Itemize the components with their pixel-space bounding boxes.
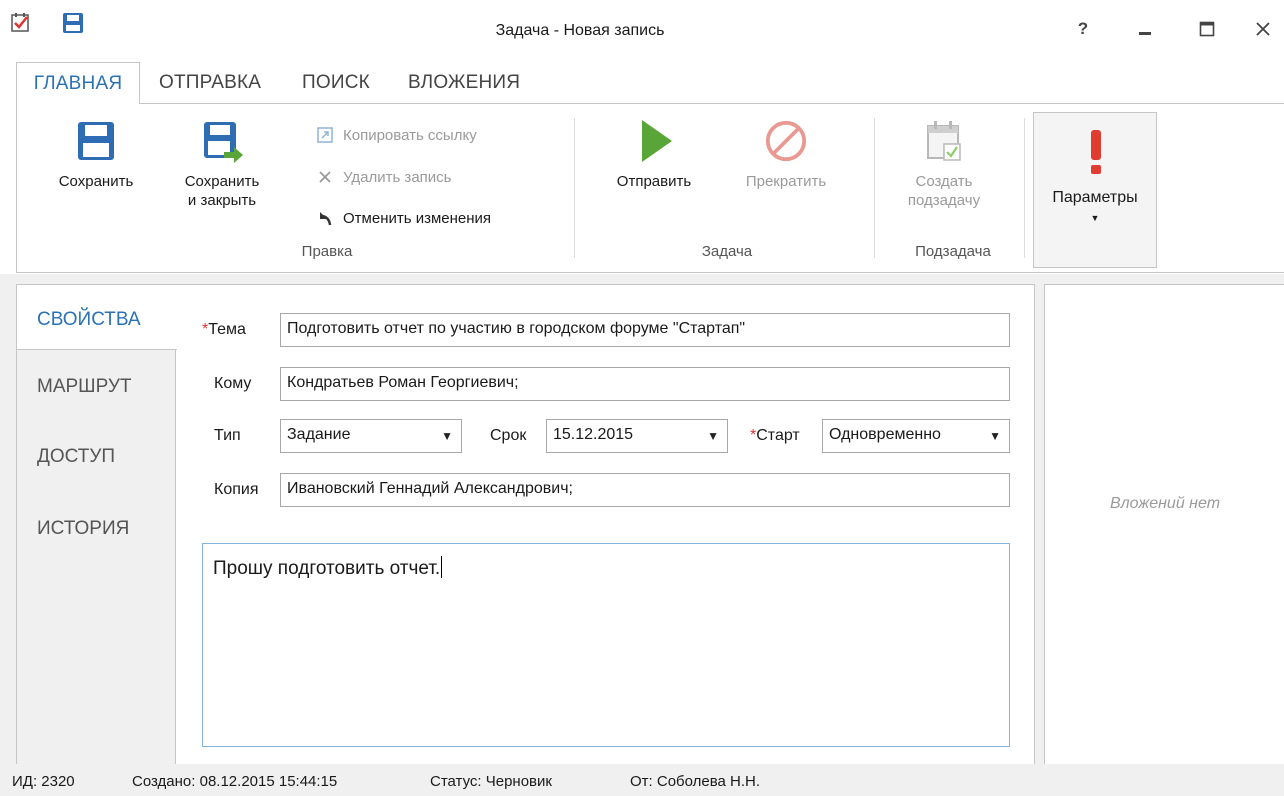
- chevron-down-icon: ▼: [989, 429, 1001, 443]
- undo-changes-label: Отменить изменения: [343, 209, 492, 227]
- subject-label: *Тема: [202, 321, 246, 338]
- link-icon: [315, 125, 335, 145]
- type-label: Тип: [214, 427, 241, 444]
- attachments-panel: Вложений нет: [1044, 284, 1284, 764]
- maximize-button[interactable]: [1192, 14, 1222, 44]
- start-value: Одновременно: [829, 426, 941, 443]
- copy-label: Копия: [214, 481, 259, 498]
- minimize-icon: [1139, 32, 1151, 35]
- status-text: Статус: Черновик: [430, 773, 552, 790]
- ribbon: Сохранить Сохранить и закрыть Копировать…: [16, 103, 1284, 273]
- chevron-down-icon: ▼: [441, 429, 453, 443]
- save-icon: [78, 122, 114, 160]
- undo-changes-button[interactable]: Отменить изменения: [315, 207, 491, 229]
- text-caret: [441, 556, 443, 578]
- stop-icon: [765, 120, 807, 162]
- tab-search[interactable]: ПОИСК: [302, 62, 370, 104]
- no-attachments-text: Вложений нет: [1109, 495, 1221, 512]
- stop-label: Прекратить: [745, 173, 827, 190]
- parameters-button[interactable]: Параметры ▼: [1033, 112, 1157, 268]
- maximize-icon: [1199, 21, 1215, 37]
- due-date-picker[interactable]: 15.12.2015 ▼: [546, 419, 728, 453]
- copy-link-label: Копировать ссылку: [343, 126, 477, 144]
- tab-properties[interactable]: СВОЙСТВА: [17, 284, 177, 350]
- save-close-button[interactable]: Сохранить и закрыть: [167, 104, 277, 210]
- tab-access[interactable]: ДОСТУП: [17, 446, 176, 468]
- help-button[interactable]: ?: [1068, 14, 1098, 44]
- content-area: СВОЙСТВА МАРШРУТ ДОСТУП ИСТОРИЯ *Тема По…: [0, 274, 1284, 764]
- tab-attachments[interactable]: ВЛОЖЕНИЯ: [408, 62, 520, 104]
- side-tabs: СВОЙСТВА МАРШРУТ ДОСТУП ИСТОРИЯ: [16, 284, 177, 764]
- title-bar: Задача - Новая запись ?: [0, 0, 1284, 60]
- ribbon-separator: [1024, 118, 1025, 258]
- save-close-label-1: Сохранить: [184, 173, 260, 190]
- start-label: *Старт: [750, 427, 800, 444]
- exclamation-icon: [1091, 130, 1101, 174]
- create-subtask-button[interactable]: Создать подзадачу: [889, 104, 999, 210]
- subject-input[interactable]: Подготовить отчет по участию в городском…: [280, 313, 1010, 347]
- due-value: 15.12.2015: [553, 426, 634, 443]
- group-label-edit: Правка: [301, 243, 353, 260]
- copy-link-button[interactable]: Копировать ссылку: [315, 124, 477, 146]
- copy-input[interactable]: Ивановский Геннадий Александрович;: [280, 473, 1010, 507]
- calendar-icon: [927, 121, 961, 161]
- to-input[interactable]: Кондратьев Роман Георгиевич;: [280, 367, 1010, 401]
- delete-record-label: Удалить запись: [343, 168, 452, 186]
- close-button[interactable]: [1248, 14, 1278, 44]
- parameters-label: Параметры: [1052, 189, 1138, 206]
- create-subtask-label-2: подзадачу: [907, 192, 981, 209]
- play-icon: [642, 120, 672, 162]
- save-close-label-2: и закрыть: [187, 192, 257, 209]
- group-label-subtask: Подзадача: [915, 243, 991, 260]
- save-button[interactable]: Сохранить: [41, 104, 151, 191]
- send-button[interactable]: Отправить: [599, 104, 709, 191]
- author-text: От: Соболева Н.Н.: [630, 773, 761, 790]
- save-label: Сохранить: [58, 173, 134, 190]
- chevron-down-icon: ▼: [707, 429, 719, 443]
- group-label-task: Задача: [701, 243, 753, 260]
- tab-send[interactable]: ОТПРАВКА: [159, 62, 261, 104]
- save-close-icon: [204, 122, 243, 163]
- tab-route[interactable]: МАРШРУТ: [17, 376, 176, 398]
- minimize-button[interactable]: [1130, 14, 1160, 44]
- created-timestamp: Создано: 08.12.2015 15:44:15: [132, 773, 338, 790]
- properties-form: *Тема Подготовить отчет по участию в гор…: [175, 284, 1035, 764]
- ribbon-separator: [574, 118, 575, 258]
- due-label: Срок: [490, 427, 527, 444]
- parameters-dropdown-icon: ▼: [1090, 213, 1100, 223]
- to-label: Кому: [214, 375, 252, 392]
- window-title: Задача - Новая запись: [495, 22, 665, 39]
- create-subtask-label-1: Создать: [915, 173, 973, 190]
- type-value: Задание: [287, 426, 351, 443]
- undo-icon: [315, 208, 335, 228]
- send-label: Отправить: [616, 173, 692, 190]
- delete-record-button[interactable]: Удалить запись: [315, 166, 451, 188]
- tab-main[interactable]: ГЛАВНАЯ: [16, 62, 140, 104]
- status-bar: ИД: 2320 Создано: 08.12.2015 15:44:15 Ст…: [0, 764, 1284, 796]
- type-select[interactable]: Задание ▼: [280, 419, 462, 453]
- stop-button[interactable]: Прекратить: [731, 104, 841, 191]
- delete-icon: [315, 167, 335, 187]
- record-id: ИД: 2320: [12, 773, 75, 790]
- task-body-text: Прошу подготовить отчет.: [213, 558, 441, 579]
- task-body-textarea[interactable]: Прошу подготовить отчет.: [202, 543, 1010, 747]
- close-icon: [1256, 22, 1270, 36]
- tab-history[interactable]: ИСТОРИЯ: [17, 518, 176, 540]
- ribbon-tabs: ГЛАВНАЯ ОТПРАВКА ПОИСК ВЛОЖЕНИЯ: [0, 62, 1284, 104]
- start-select[interactable]: Одновременно ▼: [822, 419, 1010, 453]
- ribbon-separator: [874, 118, 875, 258]
